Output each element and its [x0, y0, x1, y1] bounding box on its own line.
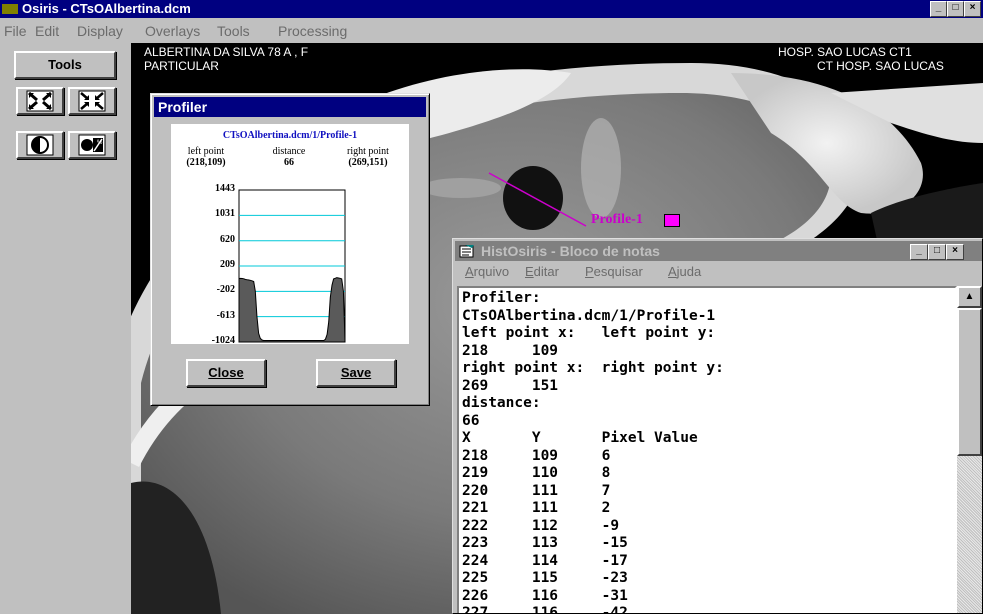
menu-processing[interactable]: Processing	[278, 23, 347, 39]
menu-edit[interactable]: Edit	[35, 23, 59, 39]
notepad-window: HistOsiris - Bloco de notas _ □ × Arquiv…	[452, 238, 983, 614]
notepad-menu-ajuda[interactable]: Ajuda	[668, 264, 701, 279]
notepad-line: 227 116 -42	[462, 605, 628, 614]
notepad-line: 219 110 8	[462, 465, 611, 481]
menu-bar: File Edit Display Overlays Tools Process…	[0, 18, 983, 43]
profiler-dialog: Profiler CTsOAlbertina.dcm/1/Profile-1 l…	[150, 93, 430, 406]
notepad-menu-arquivo[interactable]: Arquivo	[465, 264, 509, 279]
scroll-up-icon[interactable]: ▲	[957, 286, 982, 308]
hospital-line1-overlay: HOSP. SAO LUCAS CT1	[778, 45, 912, 59]
menu-display[interactable]: Display	[77, 23, 123, 39]
notepad-title: HistOsiris - Bloco de notas	[481, 243, 660, 259]
profile-label[interactable]: Profile-1	[591, 212, 643, 228]
close-button[interactable]: Close	[186, 359, 266, 387]
notepad-menu-editar[interactable]: Editar	[525, 264, 559, 279]
notepad-line: X Y Pixel Value	[462, 430, 698, 446]
contrast-icon	[26, 134, 54, 156]
expand-icon	[26, 90, 54, 112]
shrink-icon	[78, 90, 106, 112]
menu-overlays[interactable]: Overlays	[145, 23, 200, 39]
zoom-shrink-button[interactable]	[68, 87, 116, 115]
window-level-icon: %	[78, 134, 106, 156]
notepad-maximize-button[interactable]: □	[928, 244, 946, 260]
notepad-line: 225 115 -23	[462, 570, 628, 586]
notepad-line: 223 113 -15	[462, 535, 628, 551]
menu-file[interactable]: File	[4, 23, 27, 39]
svg-text:%: %	[97, 140, 103, 146]
notepad-line: 66	[462, 412, 480, 429]
profiler-title: Profiler	[154, 97, 426, 117]
app-titlebar: Osiris - CTsOAlbertina.dcm _ □ ×	[0, 0, 983, 18]
notepad-line: Profiler:	[462, 290, 541, 306]
close-window-button[interactable]: ×	[964, 1, 981, 17]
notepad-line: 222 112 -9	[462, 517, 620, 534]
notepad-line: right point x: right point y:	[462, 360, 724, 376]
notepad-line: 269 151	[462, 377, 559, 394]
profile-plot-area: CTsOAlbertina.dcm/1/Profile-1 left point…	[171, 124, 409, 346]
notepad-line: 220 111 7	[462, 482, 611, 499]
osiris-app-icon	[2, 4, 18, 14]
notepad-line: 224 114 -17	[462, 552, 628, 569]
notepad-line: 218 109	[462, 342, 559, 359]
notepad-icon	[459, 245, 474, 258]
notepad-content: Profiler: CTsOAlbertina.dcm/1/Profile-1 …	[459, 288, 955, 614]
notepad-line: CTsOAlbertina.dcm/1/Profile-1	[462, 307, 716, 324]
maximize-button[interactable]: □	[947, 1, 964, 17]
minimize-button[interactable]: _	[930, 1, 947, 17]
patient-name-overlay: ALBERTINA DA SILVA 78 A , F	[144, 45, 309, 59]
notepad-line: 221 111 2	[462, 500, 611, 516]
profile-marker[interactable]	[664, 214, 680, 227]
notepad-scrollbar[interactable]: ▲	[957, 286, 982, 613]
save-button[interactable]: Save	[316, 359, 396, 387]
notepad-text-area[interactable]: Profiler: CTsOAlbertina.dcm/1/Profile-1 …	[457, 286, 957, 614]
notepad-close-button[interactable]: ×	[946, 244, 964, 260]
notepad-line: 226 116 -31	[462, 587, 628, 604]
hospital-line2-overlay: CT HOSP. SAO LUCAS	[817, 59, 944, 73]
menu-tools[interactable]: Tools	[217, 23, 250, 39]
zoom-fit-button[interactable]	[16, 87, 64, 115]
notepad-menu-bar: Arquivo Editar Pesquisar Ajuda	[455, 261, 982, 283]
patient-type-overlay: PARTICULAR	[144, 59, 219, 73]
app-title: Osiris - CTsOAlbertina.dcm	[22, 1, 191, 16]
tools-button[interactable]: Tools	[14, 51, 116, 79]
profile-chart	[238, 189, 346, 343]
window-level-button[interactable]: %	[68, 131, 116, 159]
contrast-button[interactable]	[16, 131, 64, 159]
scroll-thumb[interactable]	[957, 308, 982, 456]
notepad-line: distance:	[462, 395, 541, 411]
notepad-line: left point x: left point y:	[462, 325, 716, 341]
notepad-line: 218 109 6	[462, 447, 611, 464]
tool-panel: Tools %	[0, 43, 131, 614]
notepad-menu-pesquisar[interactable]: Pesquisar	[585, 264, 643, 279]
notepad-minimize-button[interactable]: _	[910, 244, 928, 260]
notepad-titlebar: HistOsiris - Bloco de notas _ □ ×	[455, 241, 982, 261]
